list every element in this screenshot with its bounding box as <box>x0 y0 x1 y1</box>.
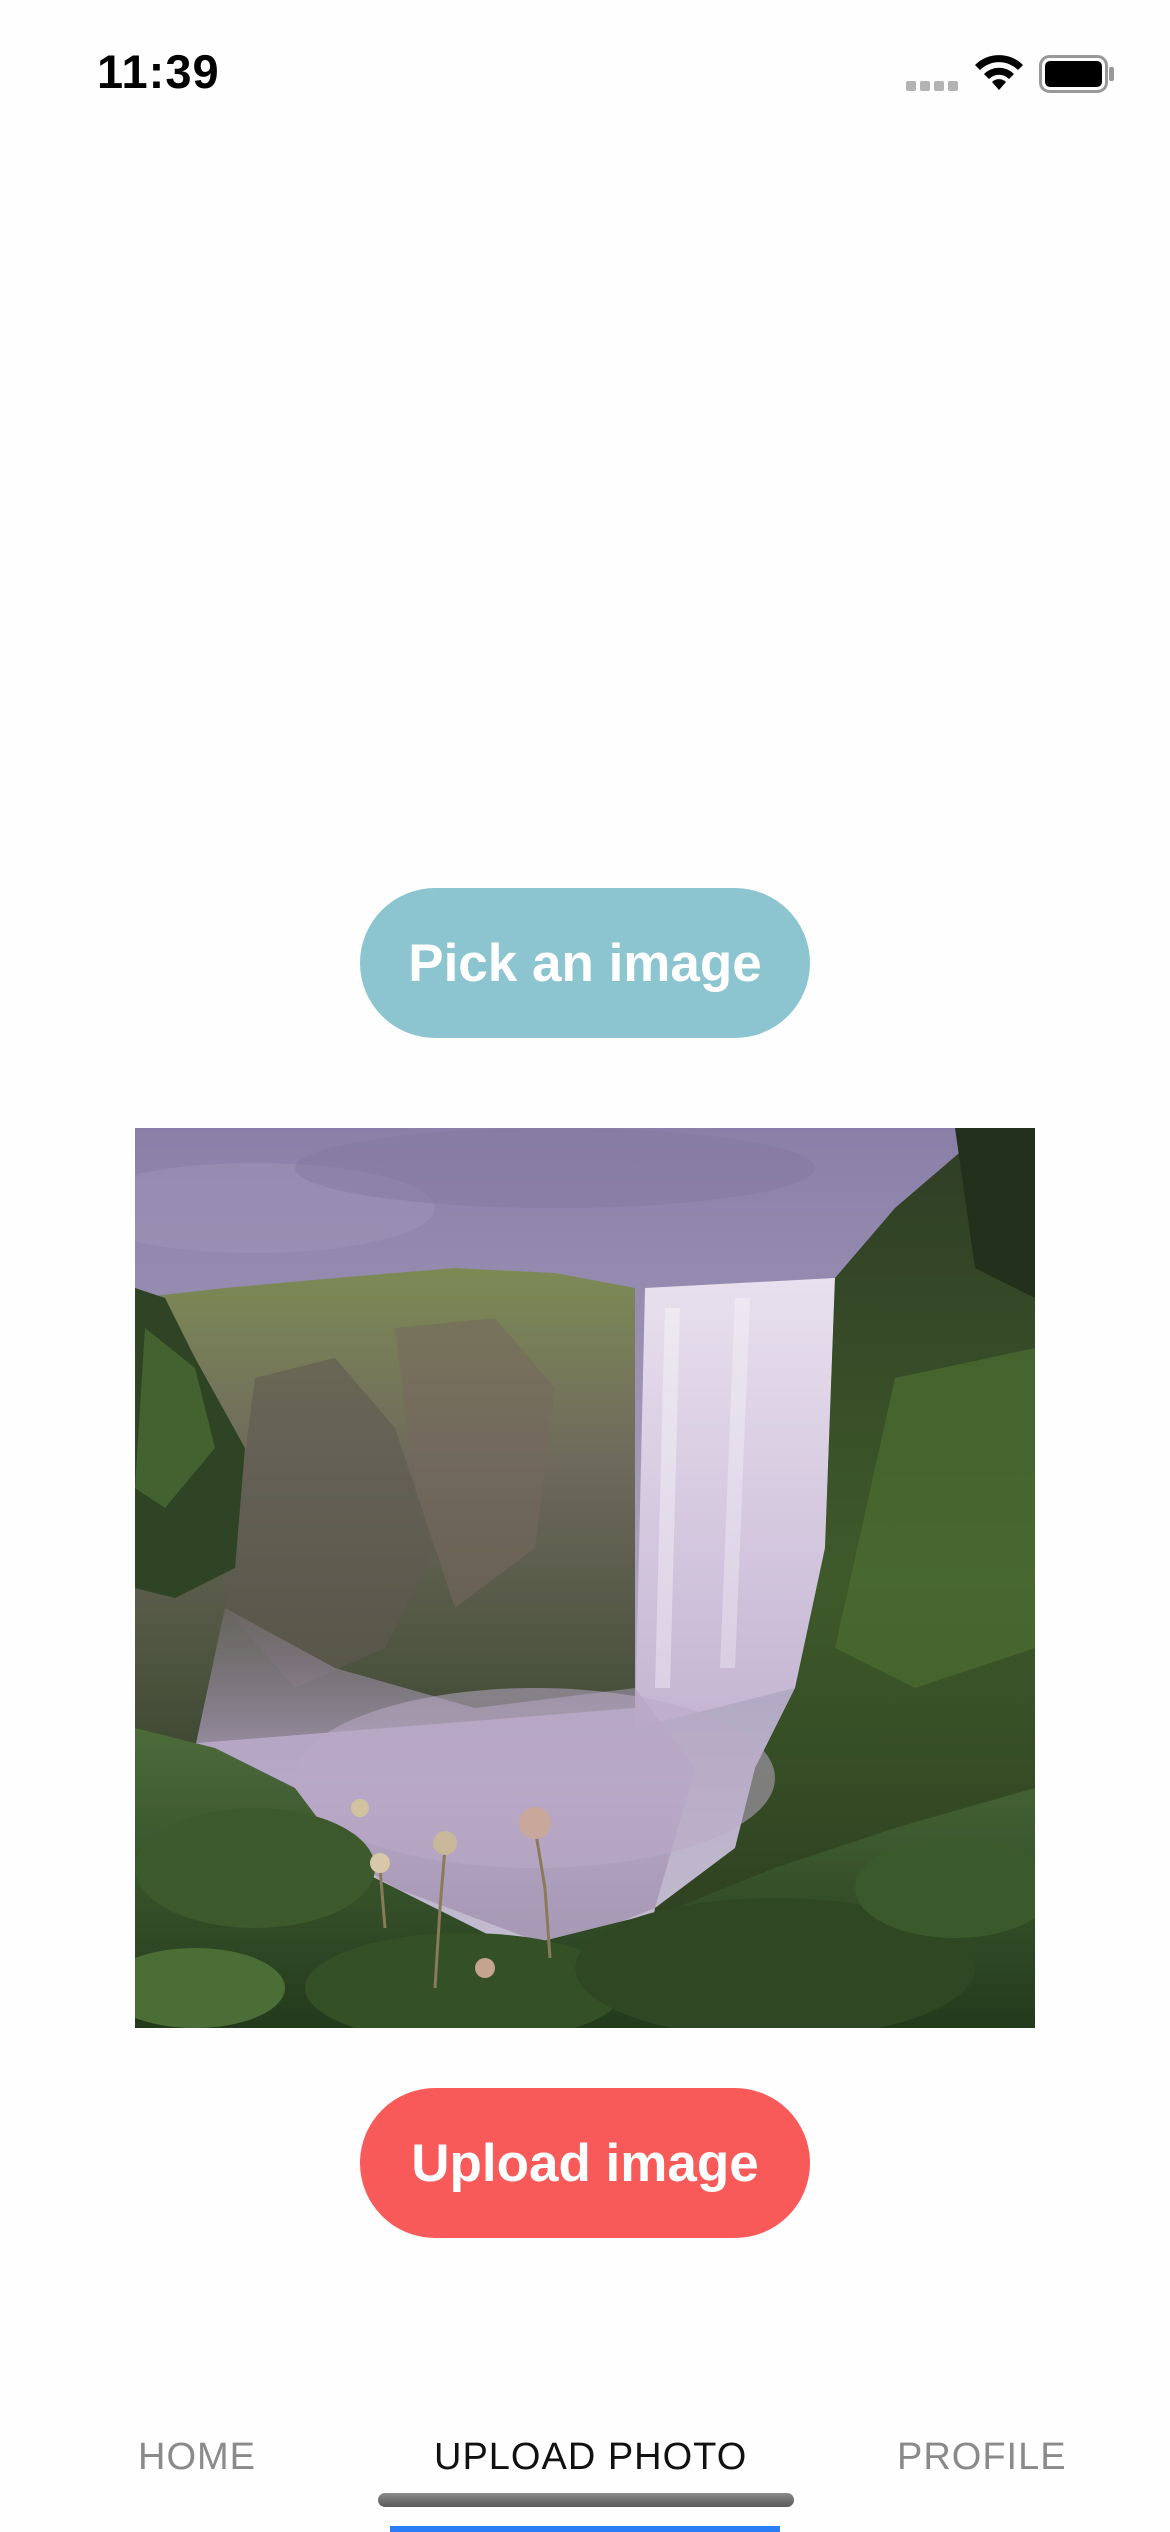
upload-image-button[interactable]: Upload image <box>360 2088 810 2238</box>
app-screen: 11:39 Pick an image Upload image HOME UP… <box>0 0 1170 2532</box>
status-time: 11:39 <box>97 45 220 98</box>
image-preview <box>135 1128 1035 2028</box>
home-indicator-bar <box>378 2493 794 2507</box>
battery-icon <box>1039 55 1114 93</box>
tab-upload-photo[interactable]: UPLOAD PHOTO <box>434 2436 747 2479</box>
tab-home[interactable]: HOME <box>138 2436 256 2479</box>
pick-image-button[interactable]: Pick an image <box>360 888 810 1038</box>
bottom-tab-bar: HOME UPLOAD PHOTO PROFILE <box>0 2400 1170 2532</box>
wifi-icon <box>975 55 1023 90</box>
signal-icon <box>906 81 960 91</box>
tab-profile[interactable]: PROFILE <box>897 2436 1067 2479</box>
status-bar: 11:39 <box>0 0 1170 140</box>
active-tab-indicator <box>390 2526 780 2532</box>
waterfall-photo <box>135 1128 1035 2028</box>
